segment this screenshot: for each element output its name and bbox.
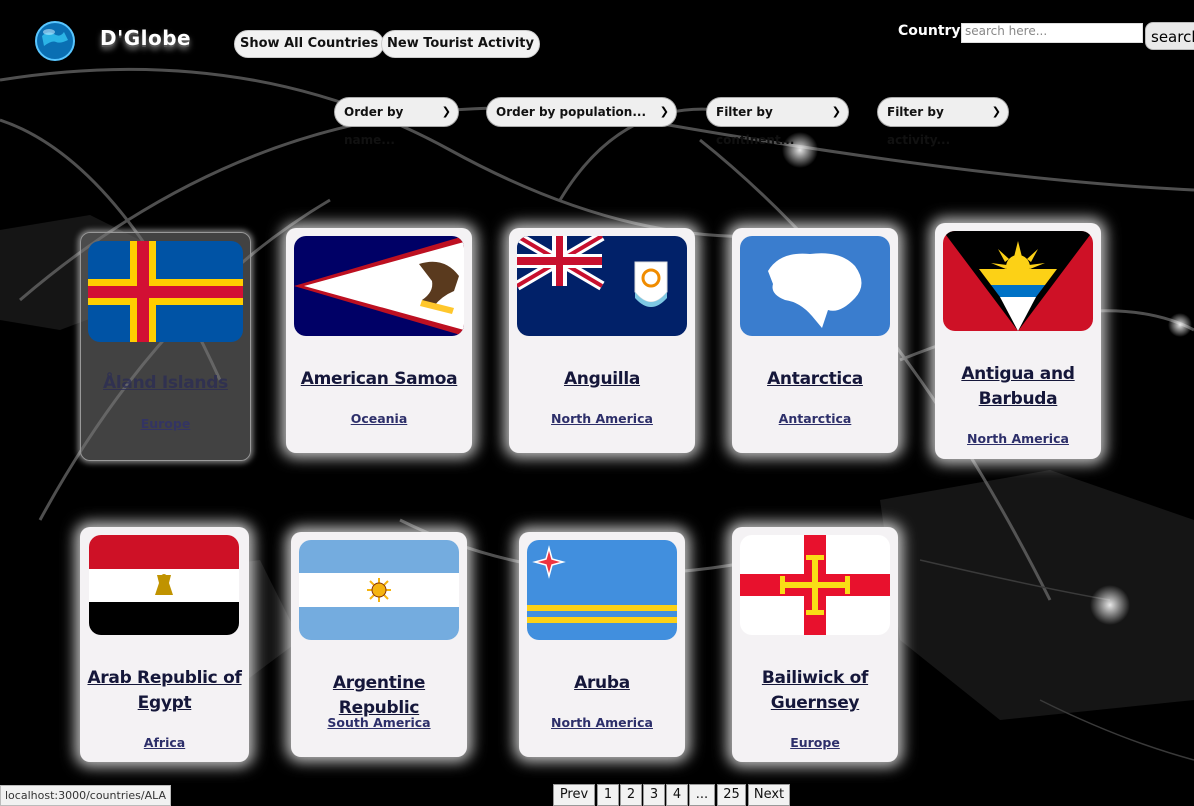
new-tourist-activity-button[interactable]: New Tourist Activity — [381, 30, 540, 58]
country-card-aland[interactable]: Åland Islands Europe — [80, 232, 251, 461]
country-card-antarctica[interactable]: Antarctica Antarctica — [732, 228, 898, 453]
country-name-link[interactable]: Argentine Republic — [291, 671, 467, 721]
country-name-link[interactable]: Antigua and Barbuda — [935, 362, 1101, 412]
aruba-flag-image — [527, 540, 677, 640]
browser-status-bar: localhost:3000/countries/ALA — [0, 785, 172, 806]
country-search-label: Country: — [898, 23, 967, 39]
pagination-page-4[interactable]: 4 — [666, 784, 688, 806]
filter-by-activity-value: Filter by activity... — [887, 105, 951, 147]
pagination-page-2[interactable]: 2 — [620, 784, 642, 806]
argentina-flag-image — [299, 540, 459, 640]
chevron-down-icon: ❯ — [441, 105, 451, 118]
order-by-name-select[interactable]: Order by name... ❯ — [334, 97, 459, 147]
search-input[interactable]: search here... — [961, 23, 1143, 43]
pagination-page-3[interactable]: 3 — [643, 784, 665, 806]
country-continent-link[interactable]: Africa — [80, 735, 249, 750]
pagination-ellipsis: ... — [689, 784, 715, 806]
country-continent-link[interactable]: Europe — [732, 735, 898, 750]
globe-logo-icon[interactable] — [34, 20, 76, 62]
country-card-guernsey[interactable]: Bailiwick of Guernsey Europe — [732, 527, 898, 762]
country-continent-link[interactable]: Antarctica — [732, 411, 898, 426]
country-continent-link[interactable]: North America — [935, 431, 1101, 446]
country-continent-link[interactable]: North America — [519, 715, 685, 730]
filter-by-activity-select[interactable]: Filter by activity... ❯ — [877, 97, 1009, 147]
order-by-population-select[interactable]: Order by population... ❯ — [486, 97, 677, 127]
country-name-link[interactable]: Anguilla — [509, 367, 695, 392]
chevron-down-icon: ❯ — [991, 105, 1001, 118]
pagination-page-1[interactable]: 1 — [597, 784, 619, 806]
filter-by-continent-value: Filter by continent... — [716, 105, 795, 147]
country-name-link[interactable]: Bailiwick of Guernsey — [732, 666, 898, 716]
country-name-link[interactable]: Åland Islands — [81, 371, 250, 396]
show-all-countries-button[interactable]: Show All Countries — [234, 30, 385, 58]
country-name-link[interactable]: Arab Republic of Egypt — [80, 666, 249, 716]
country-name-link[interactable]: Antarctica — [732, 367, 898, 392]
search-button[interactable]: search — [1145, 22, 1194, 50]
country-continent-link[interactable]: North America — [509, 411, 695, 426]
search-placeholder: search here... — [965, 24, 1048, 38]
guernsey-flag-image — [740, 535, 890, 635]
egypt-flag-image — [89, 535, 239, 635]
filter-by-continent-select[interactable]: Filter by continent... ❯ — [706, 97, 849, 147]
american-samoa-flag-image — [294, 236, 464, 336]
pagination-prev-button[interactable]: Prev — [553, 784, 595, 806]
country-card-egypt[interactable]: Arab Republic of Egypt Africa — [80, 527, 249, 762]
antarctica-flag-image — [740, 236, 890, 336]
pagination-next-button[interactable]: Next — [748, 784, 790, 806]
country-card-aruba[interactable]: Aruba North America — [519, 532, 685, 757]
order-by-name-value: Order by name... — [344, 105, 404, 147]
country-name-link[interactable]: Aruba — [519, 671, 685, 696]
pagination-page-25[interactable]: 25 — [717, 784, 746, 806]
anguilla-flag-image — [517, 236, 687, 336]
country-card-american-samoa[interactable]: American Samoa Oceania — [286, 228, 472, 453]
brand-title[interactable]: D'Globe — [100, 26, 191, 50]
chevron-down-icon: ❯ — [831, 105, 841, 118]
country-continent-link[interactable]: Europe — [81, 416, 250, 431]
country-card-anguilla[interactable]: Anguilla North America — [509, 228, 695, 453]
country-name-link[interactable]: American Samoa — [286, 367, 472, 392]
order-by-population-value: Order by population... — [496, 105, 647, 119]
antigua-and-barbuda-flag-image — [943, 231, 1093, 331]
aland-flag-image — [88, 241, 243, 342]
country-continent-link[interactable]: South America — [291, 715, 467, 730]
country-card-argentina[interactable]: Argentine Republic South America — [291, 532, 467, 757]
country-card-antigua-and-barbuda[interactable]: Antigua and Barbuda North America — [935, 223, 1101, 459]
country-continent-link[interactable]: Oceania — [286, 411, 472, 426]
chevron-down-icon: ❯ — [659, 105, 669, 118]
